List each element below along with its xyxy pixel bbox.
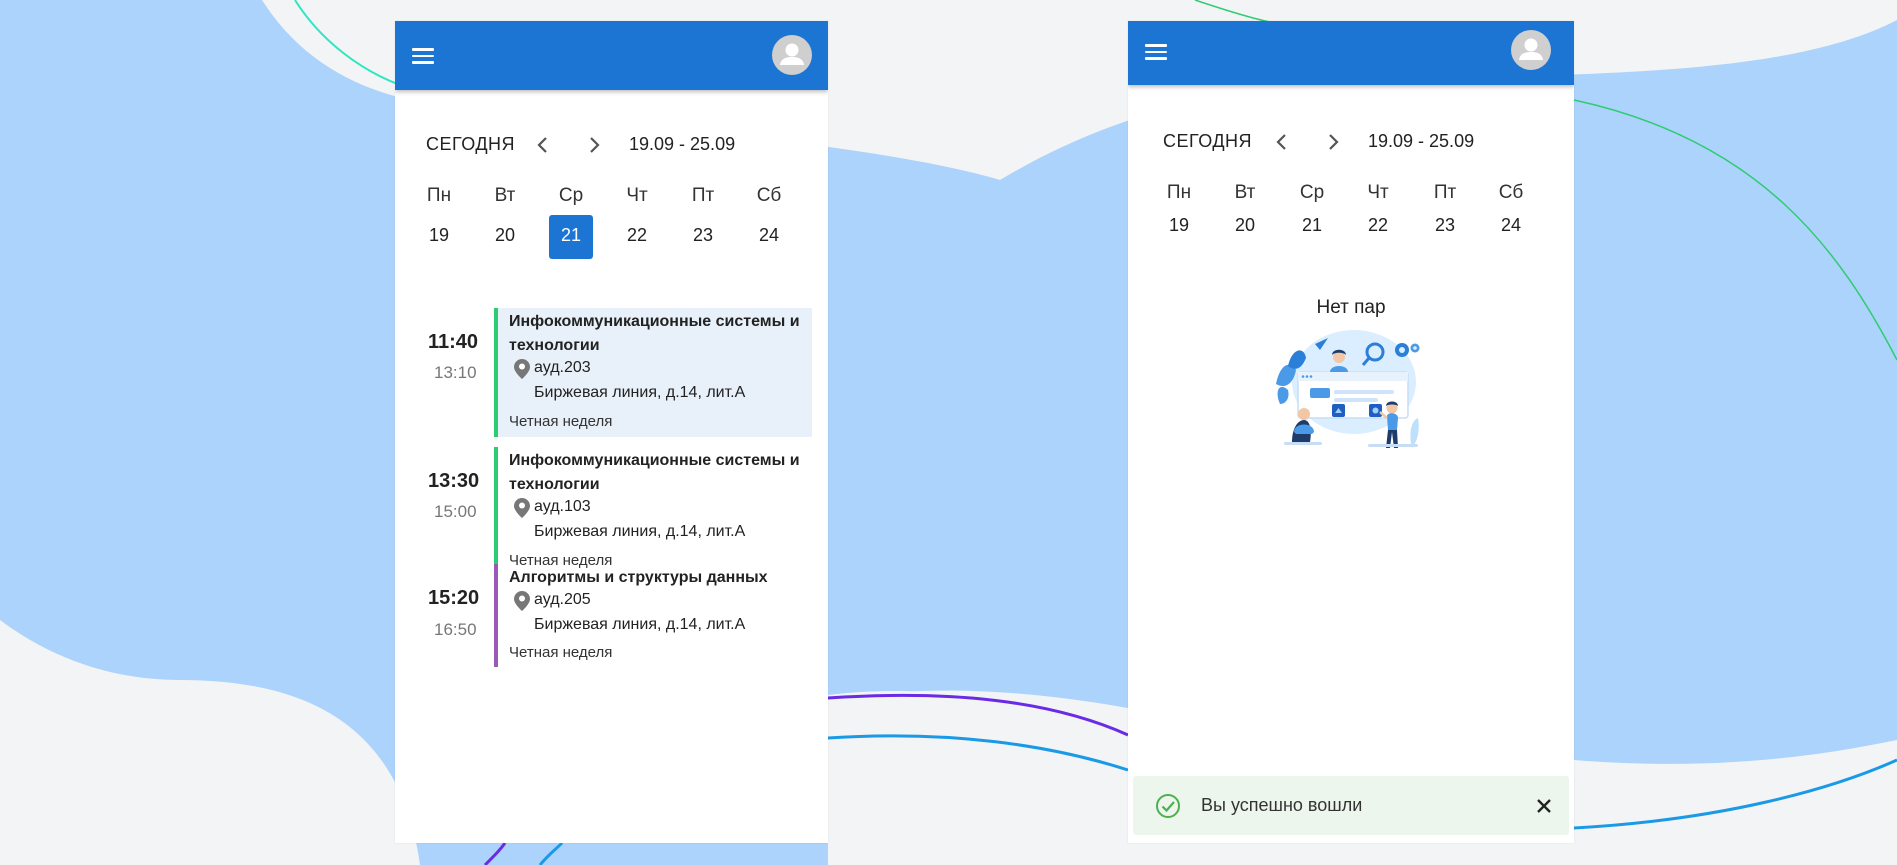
week-range: 19.09 - 25.09 [629,134,736,154]
app-bar [395,21,828,90]
day-name: Вт [1234,182,1256,203]
location-pin-icon [514,498,530,518]
day-friday: Пт 23 [1423,178,1467,242]
today-button[interactable]: СЕГОДНЯ [426,134,515,155]
close-icon[interactable] [1534,796,1554,816]
day-number[interactable]: 20 [483,215,527,259]
day-saturday: Сб 24 [747,181,791,259]
lesson-end-time: 15:00 [434,502,477,521]
day-number[interactable]: 23 [681,215,725,259]
week-range: 19.09 - 25.09 [1368,131,1475,151]
location-pin-icon [514,359,530,379]
day-number[interactable]: 24 [1489,208,1533,242]
day-name: Сб [756,185,782,206]
day-number[interactable]: 22 [1356,208,1400,242]
lesson-card[interactable]: Алгоритмы и структуры данных ауд.205 Бир… [494,564,812,667]
lesson-start-time: 13:30 [428,470,480,492]
day-name: Чт [626,185,648,206]
app-bar [1128,21,1574,85]
lesson-address: Биржевая линия, д.14, лит.А [534,523,746,540]
day-name: Пт [691,185,715,206]
account-avatar-icon[interactable] [1511,30,1551,70]
day-saturday: Сб 24 [1489,178,1533,242]
success-toast: Вы успешно вошли [1133,776,1569,835]
lesson-item: 15:20 16:50 Алгоритмы и структуры данных… [395,564,828,674]
day-name: Ср [1299,182,1325,203]
day-name: Сб [1498,182,1524,203]
lesson-room: ауд.203 [534,359,591,376]
schedule-screen: СЕГОДНЯ 19.09 - 25.09 Пн 19 Вт 20 Ср 21 Чт 2… [395,21,828,843]
day-wednesday: Ср 21 [549,181,593,259]
lesson-end-time: 16:50 [434,620,477,639]
day-name: Вт [494,185,516,206]
lesson-address: Биржевая линия, д.14, лит.А [534,384,746,401]
lesson-title: Алгоритмы и структуры данных [509,569,768,586]
hamburger-menu-icon[interactable] [1137,33,1175,71]
today-button[interactable]: СЕГОДНЯ [1163,131,1252,152]
day-number[interactable]: 19 [1157,208,1201,242]
day-thursday: Чт 22 [615,181,659,259]
hamburger-menu-icon[interactable] [404,37,442,75]
day-number[interactable]: 20 [1223,208,1267,242]
lesson-room: ауд.103 [534,498,591,515]
lesson-item: 13:30 15:00 Инфокоммуникационные системы… [395,426,828,576]
account-avatar-icon[interactable] [772,35,812,75]
lesson-start-time: 11:40 [428,331,479,353]
day-monday: Пн 19 [1157,178,1201,242]
background-decoration [0,0,1897,865]
day-name: Пн [1166,182,1192,203]
day-name: Ср [558,185,584,206]
empty-schedule-illustration [1276,330,1420,448]
lesson-end-time: 13:10 [434,363,477,382]
day-name: Пт [1433,182,1457,203]
lesson-item: 11:40 13:10 Инфокоммуникационные системы… [395,287,828,437]
day-number[interactable]: 21 [1290,208,1334,242]
location-pin-icon [514,591,530,611]
day-monday: Пн 19 [417,181,461,259]
day-number[interactable]: 23 [1423,208,1467,242]
day-number-selected[interactable]: 21 [549,215,593,259]
chevron-right-icon[interactable] [581,132,607,158]
day-thursday: Чт 22 [1356,178,1400,242]
lesson-card[interactable]: Инфокоммуникационные системы и технологи… [494,308,812,437]
day-number[interactable]: 19 [417,215,461,259]
chevron-left-icon[interactable] [1269,129,1295,155]
lesson-title: Инфокоммуникационные системы и технологи… [509,313,800,354]
check-circle-icon [1156,794,1180,818]
chevron-left-icon[interactable] [530,132,556,158]
lesson-start-time: 15:20 [428,587,480,609]
empty-state-message: Нет пар [1316,297,1386,318]
day-wednesday: Ср 21 [1290,178,1334,242]
day-number[interactable]: 22 [615,215,659,259]
lesson-title: Инфокоммуникационные системы и технологи… [509,452,800,493]
lesson-card[interactable]: Инфокоммуникационные системы и технологи… [494,447,812,576]
day-name: Пн [426,185,452,206]
day-tuesday: Вт 20 [483,181,527,259]
lesson-address: Биржевая линия, д.14, лит.А [534,616,746,633]
empty-schedule-screen: СЕГОДНЯ 19.09 - 25.09 Пн 19 Вт 20 Ср 21 Чт 2… [1128,21,1574,843]
day-number[interactable]: 24 [747,215,791,259]
week-navigation: СЕГОДНЯ 19.09 - 25.09 [1128,125,1574,159]
day-name: Чт [1367,182,1389,203]
chevron-right-icon[interactable] [1320,129,1346,155]
lesson-week-type: Четная неделя [509,644,613,661]
lesson-room: ауд.205 [534,591,591,608]
toast-message: Вы успешно вошли [1201,795,1363,815]
day-friday: Пт 23 [681,181,725,259]
week-navigation: СЕГОДНЯ 19.09 - 25.09 [395,128,828,162]
day-tuesday: Вт 20 [1223,178,1267,242]
